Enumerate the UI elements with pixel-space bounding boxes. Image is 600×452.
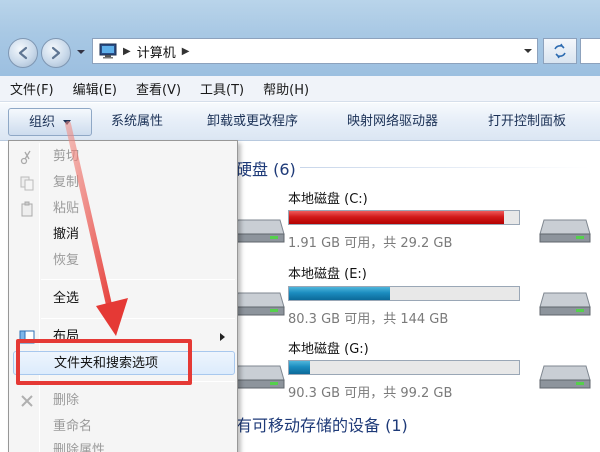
annotation-highlight-box [16, 339, 192, 385]
hard-drive-icon [233, 292, 285, 316]
menu-item-undo[interactable]: 撤消 [9, 223, 237, 247]
hard-drive-icon[interactable] [538, 283, 592, 317]
menu-item-label: 剪切 [53, 149, 80, 164]
open-control-panel-button[interactable]: 打开控制面板 [488, 112, 566, 132]
hard-drive-icon[interactable] [538, 210, 592, 244]
address-history-dropdown-icon[interactable] [523, 46, 533, 56]
menu-item-copy[interactable]: 复制 [9, 171, 237, 195]
menu-item-label: 撤消 [53, 227, 80, 242]
drive-g-name: 本地磁盘 (G:) [288, 342, 369, 357]
drive-c-name: 本地磁盘 (C:) [288, 192, 368, 207]
hard-drive-icon[interactable] [538, 356, 592, 390]
delete-x-icon [21, 395, 33, 407]
menu-item-paste[interactable]: 粘贴 [9, 197, 237, 221]
drive-g-usage-fill [289, 361, 310, 374]
menu-item-cut[interactable]: 剪切 [9, 145, 237, 169]
dropdown-caret-icon [63, 120, 72, 125]
drive-e-usage-bar [288, 286, 520, 301]
uninstall-program-button[interactable]: 卸载或更改程序 [207, 112, 298, 132]
menu-item-label: 重命名 [53, 419, 93, 434]
drive-e-name: 本地磁盘 (E:) [288, 267, 367, 282]
menu-item-label: 删除 [53, 393, 80, 408]
menu-item-label: 删除属性 [53, 443, 106, 452]
recent-pages-dropdown-icon[interactable] [76, 47, 86, 57]
refresh-icon [554, 43, 566, 59]
search-input[interactable] [580, 38, 600, 64]
organize-label: 组织 [29, 115, 56, 130]
menu-help[interactable]: 帮助(H) [263, 79, 309, 98]
system-properties-button[interactable]: 系统属性 [111, 112, 163, 132]
chevron-right-icon[interactable]: ▶ [182, 46, 190, 57]
menu-item-redo[interactable]: 恢复 [9, 249, 237, 273]
menu-item-label: 粘贴 [53, 201, 80, 216]
drive-c-usage-fill [289, 211, 505, 224]
menu-item-label: 全选 [53, 291, 80, 306]
drive-g-space-info: 90.3 GB 可用，共 99.2 GB [288, 386, 453, 401]
drive-e-usage-fill [289, 287, 391, 300]
hard-drive-icon [233, 365, 285, 389]
menu-item-delete[interactable]: 删除 [9, 389, 237, 413]
group-divider [300, 167, 590, 168]
drive-c-usage-bar [288, 210, 520, 225]
address-path-computer[interactable]: 计算机 [137, 42, 176, 61]
paste-icon [21, 201, 33, 217]
menu-item-remove-properties[interactable]: 删除属性 [9, 439, 237, 452]
menu-tools[interactable]: 工具(T) [200, 79, 244, 98]
refresh-button[interactable] [543, 38, 577, 64]
scissors-icon [20, 150, 31, 165]
command-toolbar: 组织 系统属性 卸载或更改程序 映射网络驱动器 打开控制面板 [0, 103, 600, 141]
map-network-drive-button[interactable]: 映射网络驱动器 [347, 112, 438, 132]
submenu-arrow-icon [220, 333, 225, 341]
arrow-right-icon [51, 46, 61, 60]
arrow-left-icon [18, 46, 28, 60]
back-button[interactable] [8, 38, 38, 68]
drive-c-space-info: 1.91 GB 可用，共 29.2 GB [288, 236, 453, 251]
removable-storage-group-header[interactable]: 有可移动存储的设备 (1) [236, 412, 408, 436]
menu-item-label: 复制 [53, 175, 80, 190]
hard-disk-group-header[interactable]: 硬盘 (6) [236, 156, 296, 180]
hard-drive-icon [233, 219, 285, 243]
window-titlebar: ▶ 计算机 ▶ [0, 0, 600, 76]
forward-button[interactable] [41, 38, 71, 68]
menu-file[interactable]: 文件(F) [10, 79, 54, 98]
menu-edit[interactable]: 编辑(E) [73, 79, 117, 98]
address-bar[interactable]: ▶ 计算机 ▶ [92, 38, 538, 64]
menu-separator [41, 318, 235, 319]
menu-separator [41, 279, 235, 280]
chevron-right-icon[interactable]: ▶ [123, 46, 131, 57]
organize-dropdown-menu: 剪切 复制 粘贴 撤消 恢复 全选 布局 文件夹和搜索选项 删除 重命名 删除属… [8, 140, 238, 452]
menu-item-label: 恢复 [53, 253, 80, 268]
drive-e-space-info: 80.3 GB 可用，共 144 GB [288, 312, 449, 327]
menu-bar: 文件(F) 编辑(E) 查看(V) 工具(T) 帮助(H) [0, 76, 600, 102]
menu-item-rename[interactable]: 重命名 [9, 415, 237, 439]
drive-g-usage-bar [288, 360, 520, 375]
computer-icon [99, 43, 117, 59]
menu-item-select-all[interactable]: 全选 [9, 287, 237, 311]
organize-button[interactable]: 组织 [8, 108, 92, 136]
copy-icon [20, 176, 34, 191]
menu-view[interactable]: 查看(V) [136, 79, 181, 98]
